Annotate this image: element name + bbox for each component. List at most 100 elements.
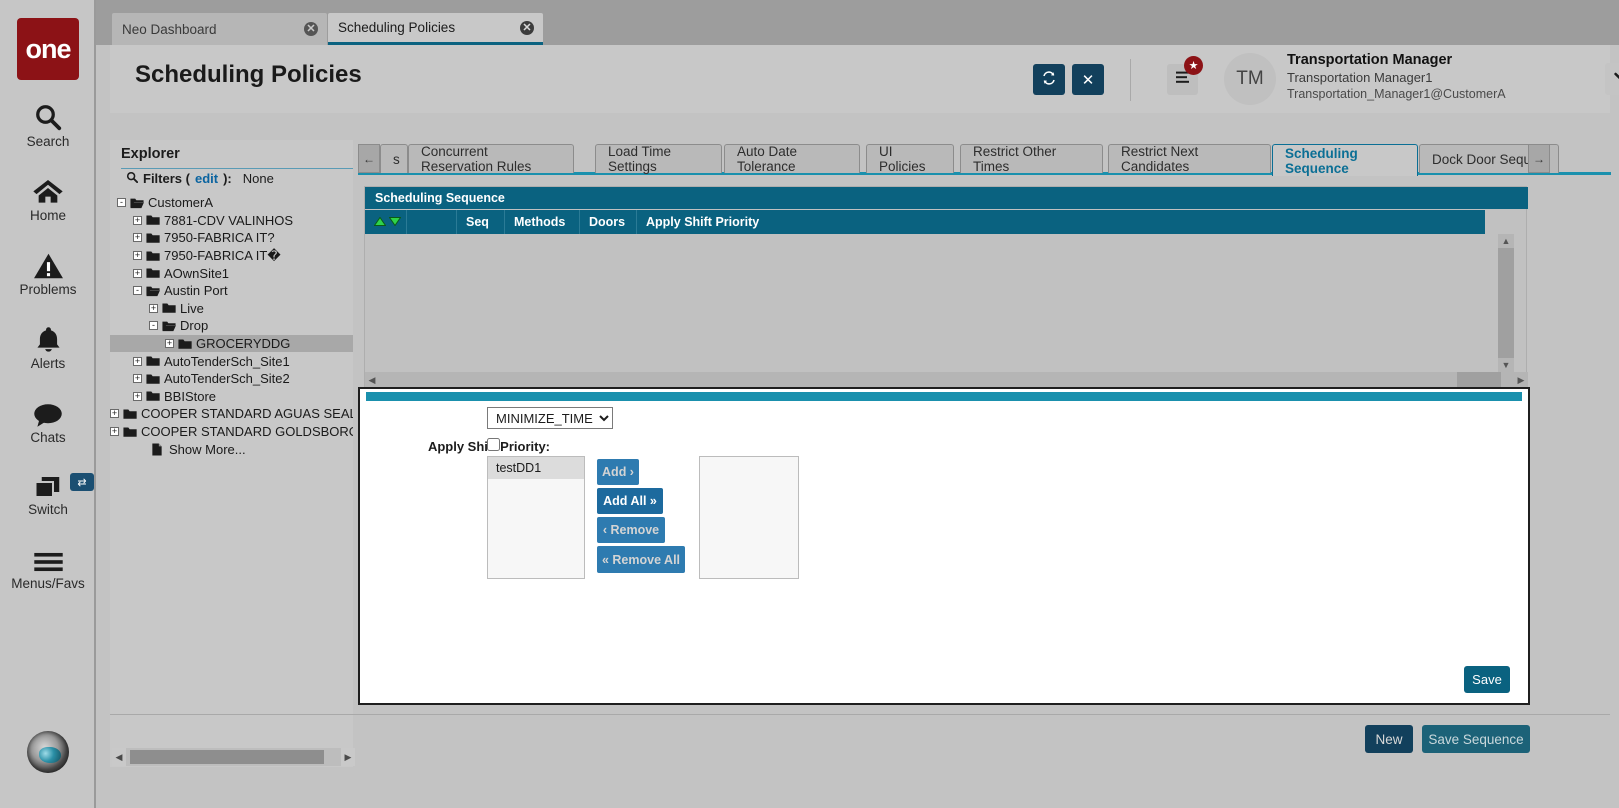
- one-logo[interactable]: one: [17, 18, 79, 80]
- tree-node-groceryddg[interactable]: + GROCERYDDG: [110, 334, 353, 353]
- user-menu-toggle[interactable]: [1605, 63, 1619, 95]
- rail-item-search[interactable]: Search: [0, 98, 96, 149]
- close-icon[interactable]: ✕: [520, 20, 534, 35]
- rail-item-home[interactable]: Home: [0, 172, 96, 223]
- rail-item-menus-favs[interactable]: Menus/Favs: [0, 540, 96, 591]
- grid-vscroll-thumb[interactable]: [1498, 248, 1514, 358]
- tree-node-live[interactable]: + Live: [110, 300, 353, 318]
- tree-node-label: Show More...: [169, 441, 246, 457]
- explorer-tree[interactable]: - CustomerA +7881-CDV VALINHOS +7950-FABRIC…: [110, 194, 353, 694]
- tree-expander-plus-icon[interactable]: +: [165, 339, 174, 349]
- rail-label-problems: Problems: [19, 282, 77, 297]
- tree-node-aownsite1[interactable]: + AOwnSite1: [110, 264, 353, 282]
- grid-col-methods[interactable]: Methods: [505, 210, 580, 234]
- apply-shift-priority-checkbox[interactable]: [487, 438, 500, 451]
- tree-node-drop[interactable]: - Drop: [110, 317, 353, 335]
- tree-expander-minus-icon[interactable]: -: [149, 321, 158, 331]
- filters-edit-link[interactable]: edit: [195, 171, 218, 186]
- save-sequence-button[interactable]: Save Sequence: [1422, 725, 1530, 753]
- triangle-right-icon[interactable]: ▶: [1514, 372, 1528, 388]
- tree-node-cooper-standard-goldsboro[interactable]: + COOPER STANDARD GOLDSBORO: [110, 423, 353, 441]
- explorer-filters[interactable]: Filters (edit): None: [126, 171, 274, 186]
- triangle-up-icon[interactable]: ▲: [1498, 234, 1514, 248]
- save-button[interactable]: Save: [1464, 666, 1510, 693]
- tab-scheduling-sequence[interactable]: Scheduling Sequence: [1272, 144, 1418, 176]
- close-icon[interactable]: ✕: [304, 22, 318, 36]
- triangle-down-icon[interactable]: ▼: [1498, 358, 1514, 372]
- method-select[interactable]: MINIMIZE_TIME: [487, 407, 613, 429]
- close-page-button[interactable]: ✕: [1072, 64, 1104, 95]
- add-button[interactable]: Add ›: [597, 459, 639, 485]
- tree-expander-plus-icon[interactable]: +: [133, 356, 142, 366]
- avatar[interactable]: TM: [1224, 53, 1276, 105]
- rail-item-chats[interactable]: Chats: [0, 394, 96, 445]
- new-button[interactable]: New: [1365, 725, 1413, 753]
- grid-col-blank[interactable]: [407, 210, 457, 234]
- remove-all-button[interactable]: « Remove All: [597, 546, 685, 573]
- tree-expander-plus-icon[interactable]: +: [133, 215, 142, 225]
- explorer-hscroll-thumb[interactable]: [130, 750, 324, 764]
- tab-load-time-settings[interactable]: Load Time Settings: [595, 144, 722, 174]
- refresh-icon: [1041, 70, 1057, 90]
- selected-doors-listbox[interactable]: [699, 456, 799, 579]
- tab-auto-date-tolerance[interactable]: Auto Date Tolerance: [724, 144, 860, 174]
- swap-arrows-icon[interactable]: ⇄: [70, 473, 94, 491]
- grid-col-apply-shift-priority[interactable]: Apply Shift Priority: [637, 210, 1485, 234]
- tree-expander-plus-icon[interactable]: +: [133, 233, 142, 243]
- tree-expander-plus-icon[interactable]: +: [133, 374, 142, 384]
- rail-item-alerts[interactable]: Alerts: [0, 320, 96, 371]
- grid-vscrollbar[interactable]: ▲ ▼: [1498, 234, 1514, 372]
- tree-expander-plus-icon[interactable]: +: [133, 251, 142, 261]
- refresh-button[interactable]: [1033, 64, 1065, 95]
- tabs-scroll-left-button[interactable]: ←: [358, 144, 380, 173]
- folder-icon: [146, 267, 160, 279]
- tree-node-autotendersch-site2[interactable]: + AutoTenderSch_Site2: [110, 370, 353, 388]
- tree-node-7950-fabrica-it[interactable]: +7950-FABRICA IT?: [110, 229, 353, 247]
- tab-restrict-other-times[interactable]: Restrict Other Times: [960, 144, 1103, 174]
- grid-hscrollbar[interactable]: ◀ ▶: [365, 372, 1528, 388]
- tree-expander-plus-icon[interactable]: +: [133, 391, 142, 401]
- tree-expander-plus-icon[interactable]: +: [110, 409, 119, 419]
- tree-node-autotendersch-site1[interactable]: + AutoTenderSch_Site1: [110, 352, 353, 370]
- sort-ascending-icon[interactable]: [373, 215, 387, 229]
- add-all-button[interactable]: Add All »: [597, 488, 663, 514]
- tree-node-cooper-standard-aguas-sealing-3[interactable]: + COOPER STANDARD AGUAS SEALING (3: [110, 405, 353, 423]
- grid-sort-controls[interactable]: [365, 210, 407, 234]
- tree-expander-minus-icon[interactable]: -: [133, 286, 142, 296]
- tree-node-label: AutoTenderSch_Site1: [164, 353, 290, 369]
- sort-descending-icon[interactable]: [388, 215, 402, 229]
- tree-node-7881-cdv-valinhos[interactable]: +7881-CDV VALINHOS: [110, 212, 353, 230]
- rail-item-problems[interactable]: Problems: [0, 246, 96, 297]
- tab-concurrent-reservation-rules[interactable]: Concurrent Reservation Rules: [408, 144, 574, 174]
- listbox-option-testDD1[interactable]: testDD1: [488, 457, 584, 479]
- explorer-hscrollbar[interactable]: ◀ ▶: [112, 748, 355, 766]
- tree-expander-plus-icon[interactable]: +: [133, 268, 142, 278]
- remove-button[interactable]: ‹ Remove: [597, 517, 665, 543]
- tab-truncated-s[interactable]: s: [380, 144, 408, 173]
- tree-node-customera[interactable]: - CustomerA: [110, 194, 353, 212]
- app-root: one Search Home Problems Alerts Chats Sw…: [0, 0, 1619, 808]
- triangle-left-icon[interactable]: ◀: [112, 748, 126, 766]
- tree-node-bbistore[interactable]: + BBIStore: [110, 388, 353, 406]
- tree-expander-plus-icon[interactable]: +: [149, 303, 158, 313]
- folder-icon: [146, 232, 160, 244]
- triangle-right-icon[interactable]: ▶: [341, 748, 355, 766]
- tree-expander-minus-icon[interactable]: -: [117, 198, 126, 208]
- tree-node-austin-port[interactable]: - Austin Port: [110, 282, 353, 300]
- browser-tab-scheduling-policies[interactable]: Scheduling Policies ✕: [328, 13, 543, 45]
- tree-node-label: COOPER STANDARD AGUAS SEALING (3: [141, 406, 353, 422]
- user-avatar-icon[interactable]: [27, 731, 69, 773]
- tree-node-label: COOPER STANDARD GOLDSBORO: [141, 424, 353, 440]
- grid-hscroll-thumb[interactable]: [1457, 372, 1501, 388]
- grid-col-doors[interactable]: Doors: [580, 210, 637, 234]
- tree-node-show-more[interactable]: Show More...: [110, 440, 353, 458]
- tab-ui-policies[interactable]: UI Policies: [866, 144, 954, 174]
- tree-expander-plus-icon[interactable]: +: [110, 427, 119, 437]
- tab-restrict-next-candidates[interactable]: Restrict Next Candidates: [1108, 144, 1271, 174]
- tabs-scroll-right-button[interactable]: →: [1528, 144, 1550, 173]
- tree-node-7950-fabrica-it[interactable]: +7950-FABRICA IT�: [110, 247, 353, 265]
- grid-col-seq[interactable]: Seq: [457, 210, 505, 234]
- triangle-left-icon[interactable]: ◀: [365, 372, 379, 388]
- available-doors-listbox[interactable]: testDD1: [487, 456, 585, 579]
- browser-tab-neo-dashboard[interactable]: Neo Dashboard ✕: [112, 13, 327, 45]
